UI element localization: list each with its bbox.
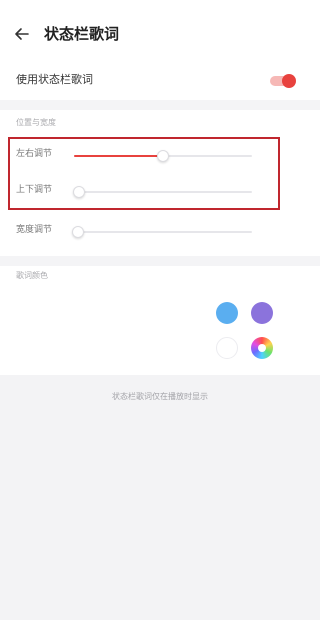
width-slider[interactable]	[71, 226, 252, 238]
slider-rail	[74, 231, 252, 233]
slider-thumb[interactable]	[73, 186, 86, 198]
horizontal-slider-label: 左右调节	[16, 149, 53, 159]
color-wheel-icon[interactable]	[251, 337, 273, 359]
lyrics-toggle-label: 使用状态栏歌词	[16, 73, 93, 86]
position-section-title: 位置与宽度	[16, 118, 56, 127]
slider-rail	[74, 191, 252, 193]
lyrics-toggle-switch[interactable]	[270, 74, 296, 88]
vertical-slider-label: 上下调节	[16, 185, 53, 195]
app-header: 状态栏歌词	[0, 0, 320, 64]
arrow-left-icon	[15, 28, 29, 40]
color-swatch-purple[interactable]	[251, 302, 273, 324]
vertical-slider[interactable]	[73, 186, 252, 198]
color-swatch-blue[interactable]	[216, 302, 238, 324]
color-wheel-center	[258, 344, 266, 352]
color-section-title: 歌词颜色	[16, 271, 48, 280]
slider-thumb[interactable]	[71, 226, 84, 238]
width-slider-row: 宽度调节	[0, 216, 320, 246]
horizontal-slider-row: 左右调节	[0, 140, 320, 170]
slider-thumb[interactable]	[157, 150, 169, 162]
lyrics-preview-area: 状态栏歌词仅在播放时显示	[0, 375, 320, 620]
toggle-knob	[282, 74, 296, 88]
section-divider	[0, 100, 320, 110]
page-title: 状态栏歌词	[44, 25, 120, 43]
color-swatch-white[interactable]	[216, 337, 238, 359]
slider-fill	[74, 155, 163, 157]
width-slider-label: 宽度调节	[16, 225, 53, 235]
section-divider	[0, 256, 320, 266]
back-button[interactable]	[12, 24, 32, 44]
lyrics-toggle-row: 使用状态栏歌词	[0, 66, 320, 96]
vertical-slider-row: 上下调节	[0, 176, 320, 206]
preview-hint-text: 状态栏歌词仅在播放时显示	[112, 392, 208, 401]
horizontal-slider[interactable]	[74, 150, 252, 162]
